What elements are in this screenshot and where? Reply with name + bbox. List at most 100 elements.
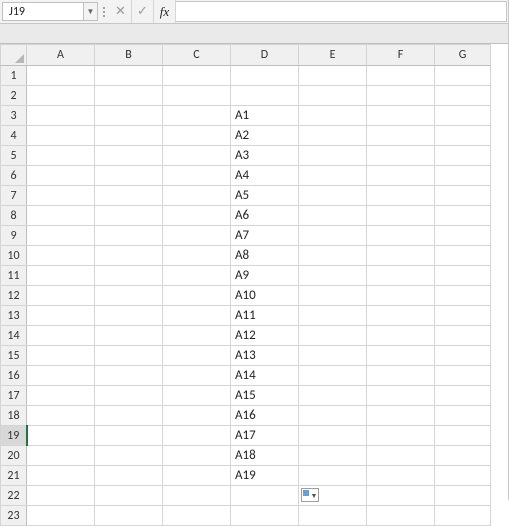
cell-B2[interactable] xyxy=(95,86,163,106)
cell-F14[interactable] xyxy=(367,326,435,346)
cancel-formula-button[interactable]: ✕ xyxy=(110,0,132,23)
cell-B6[interactable] xyxy=(95,166,163,186)
cell-A11[interactable] xyxy=(27,266,95,286)
row-header-11[interactable]: 11 xyxy=(1,266,27,286)
cell-C19[interactable] xyxy=(163,426,231,446)
cell-D9[interactable]: A7 xyxy=(231,226,299,246)
row-header-5[interactable]: 5 xyxy=(1,146,27,166)
cell-E7[interactable] xyxy=(299,186,367,206)
cell-G15[interactable] xyxy=(435,346,491,366)
cell-E4[interactable] xyxy=(299,126,367,146)
cell-A3[interactable] xyxy=(27,106,95,126)
cell-G8[interactable] xyxy=(435,206,491,226)
cell-C23[interactable] xyxy=(163,506,231,526)
cell-E11[interactable] xyxy=(299,266,367,286)
cell-D21[interactable]: A19 xyxy=(231,466,299,486)
cell-A2[interactable] xyxy=(27,86,95,106)
row-header-2[interactable]: 2 xyxy=(1,86,27,106)
cell-E2[interactable] xyxy=(299,86,367,106)
cell-A23[interactable] xyxy=(27,506,95,526)
cell-D2[interactable] xyxy=(231,86,299,106)
cell-C5[interactable] xyxy=(163,146,231,166)
cell-C21[interactable] xyxy=(163,466,231,486)
cell-B16[interactable] xyxy=(95,366,163,386)
cell-A15[interactable] xyxy=(27,346,95,366)
cell-A8[interactable] xyxy=(27,206,95,226)
cell-G1[interactable] xyxy=(435,66,491,86)
cell-C18[interactable] xyxy=(163,406,231,426)
cell-E19[interactable] xyxy=(299,426,367,446)
row-header-7[interactable]: 7 xyxy=(1,186,27,206)
cell-G21[interactable] xyxy=(435,466,491,486)
cell-A20[interactable] xyxy=(27,446,95,466)
cell-C2[interactable] xyxy=(163,86,231,106)
select-all-button[interactable] xyxy=(1,45,27,66)
cell-E23[interactable] xyxy=(299,506,367,526)
cell-D23[interactable] xyxy=(231,506,299,526)
cell-A16[interactable] xyxy=(27,366,95,386)
cell-B11[interactable] xyxy=(95,266,163,286)
cell-B17[interactable] xyxy=(95,386,163,406)
cell-D11[interactable]: A9 xyxy=(231,266,299,286)
cell-D16[interactable]: A14 xyxy=(231,366,299,386)
cell-C14[interactable] xyxy=(163,326,231,346)
cell-B22[interactable] xyxy=(95,486,163,506)
cell-C22[interactable] xyxy=(163,486,231,506)
cell-E3[interactable] xyxy=(299,106,367,126)
cell-F2[interactable] xyxy=(367,86,435,106)
column-header-C[interactable]: C xyxy=(163,45,231,66)
cell-D10[interactable]: A8 xyxy=(231,246,299,266)
cell-D8[interactable]: A6 xyxy=(231,206,299,226)
cell-B9[interactable] xyxy=(95,226,163,246)
cell-D4[interactable]: A2 xyxy=(231,126,299,146)
cell-G3[interactable] xyxy=(435,106,491,126)
cell-B13[interactable] xyxy=(95,306,163,326)
cell-G11[interactable] xyxy=(435,266,491,286)
cell-A12[interactable] xyxy=(27,286,95,306)
cell-A9[interactable] xyxy=(27,226,95,246)
cell-D19[interactable]: A17 xyxy=(231,426,299,446)
cell-C3[interactable] xyxy=(163,106,231,126)
cell-F13[interactable] xyxy=(367,306,435,326)
cell-E5[interactable] xyxy=(299,146,367,166)
cell-D5[interactable]: A3 xyxy=(231,146,299,166)
cell-E10[interactable] xyxy=(299,246,367,266)
cell-E17[interactable] xyxy=(299,386,367,406)
worksheet-grid[interactable]: ABCDEFG123A14A25A36A47A58A69A710A811A912… xyxy=(0,44,508,526)
cell-G16[interactable] xyxy=(435,366,491,386)
cell-F12[interactable] xyxy=(367,286,435,306)
cell-C12[interactable] xyxy=(163,286,231,306)
row-header-12[interactable]: 12 xyxy=(1,286,27,306)
row-header-22[interactable]: 22 xyxy=(1,486,27,506)
row-header-1[interactable]: 1 xyxy=(1,66,27,86)
cell-G22[interactable] xyxy=(435,486,491,506)
cell-G10[interactable] xyxy=(435,246,491,266)
cell-B18[interactable] xyxy=(95,406,163,426)
cell-E15[interactable] xyxy=(299,346,367,366)
cell-C13[interactable] xyxy=(163,306,231,326)
cell-B23[interactable] xyxy=(95,506,163,526)
cell-A17[interactable] xyxy=(27,386,95,406)
cell-D3[interactable]: A1 xyxy=(231,106,299,126)
cell-B21[interactable] xyxy=(95,466,163,486)
cell-A5[interactable] xyxy=(27,146,95,166)
cell-F21[interactable] xyxy=(367,466,435,486)
cell-C17[interactable] xyxy=(163,386,231,406)
cell-D20[interactable]: A18 xyxy=(231,446,299,466)
cell-F1[interactable] xyxy=(367,66,435,86)
row-header-14[interactable]: 14 xyxy=(1,326,27,346)
formula-bar-splitter[interactable] xyxy=(98,0,110,23)
column-header-A[interactable]: A xyxy=(27,45,95,66)
cell-F22[interactable] xyxy=(367,486,435,506)
row-header-17[interactable]: 17 xyxy=(1,386,27,406)
formula-input[interactable] xyxy=(176,1,507,22)
row-header-18[interactable]: 18 xyxy=(1,406,27,426)
cell-F10[interactable] xyxy=(367,246,435,266)
cell-G20[interactable] xyxy=(435,446,491,466)
cell-F11[interactable] xyxy=(367,266,435,286)
cell-E6[interactable] xyxy=(299,166,367,186)
cell-F16[interactable] xyxy=(367,366,435,386)
cell-F19[interactable] xyxy=(367,426,435,446)
cell-G23[interactable] xyxy=(435,506,491,526)
cell-A1[interactable] xyxy=(27,66,95,86)
